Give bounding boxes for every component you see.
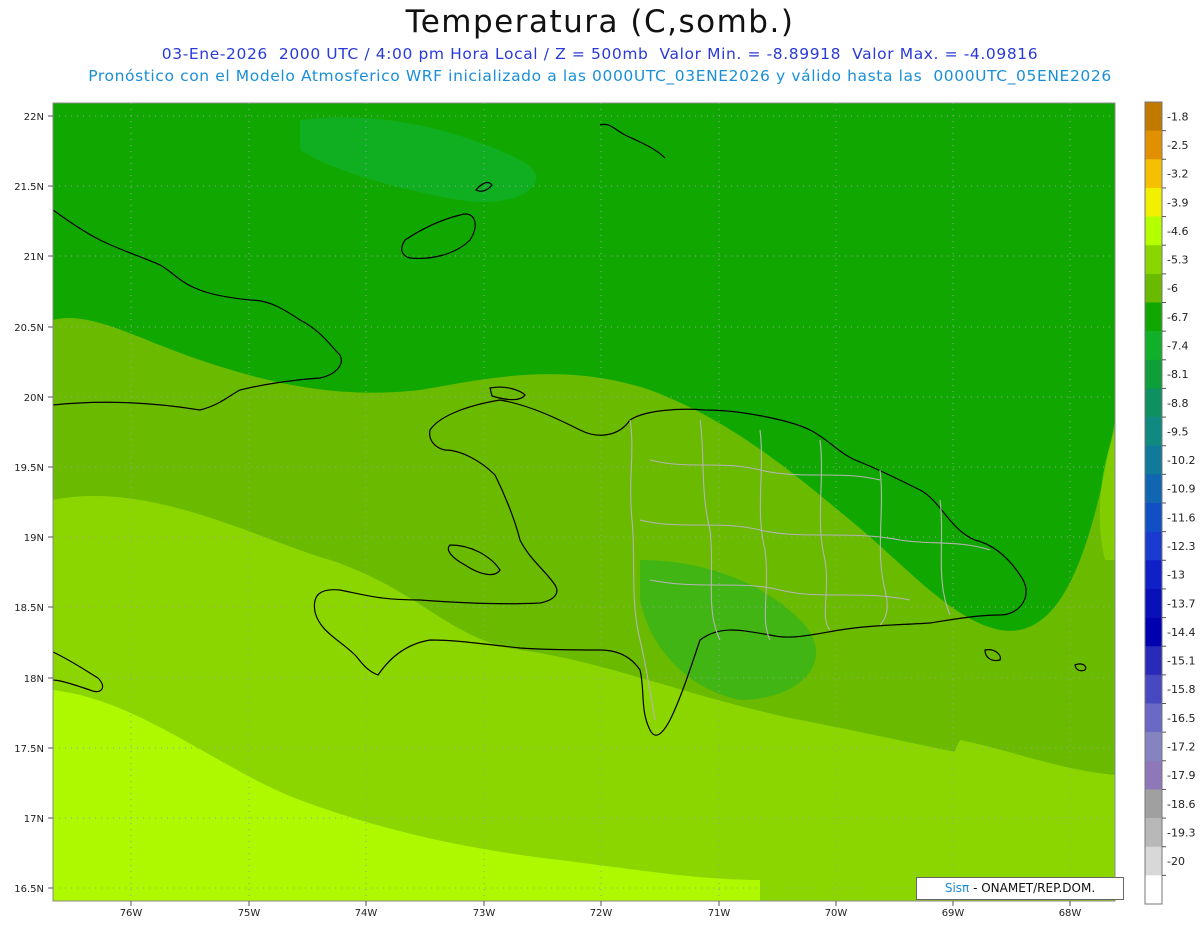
colorbar-swatch	[1145, 302, 1162, 332]
lon-label: 72W	[590, 908, 613, 919]
lat-label: 22N	[24, 112, 44, 123]
lat-label: 21N	[24, 252, 44, 263]
colorbar-swatch	[1145, 703, 1162, 733]
colorbar-label: -12.3	[1167, 540, 1195, 553]
lon-label: 73W	[473, 908, 496, 919]
lat-label: 17.5N	[14, 744, 44, 755]
lat-label: 17N	[24, 814, 44, 825]
colorbar-swatch	[1145, 331, 1162, 361]
colorbar-label: -2.5	[1167, 139, 1188, 152]
colorbar-swatch	[1145, 875, 1162, 905]
colorbar-swatch	[1145, 732, 1162, 762]
lat-ticks	[48, 115, 53, 889]
colorbar-swatch	[1145, 388, 1162, 418]
colorbar-label: -15.1	[1167, 655, 1195, 668]
colorbar-label: -17.9	[1167, 769, 1195, 782]
colorbar-label: -9.5	[1167, 425, 1188, 438]
colorbar-label: -11.6	[1167, 511, 1195, 524]
colorbar-swatch	[1145, 818, 1162, 848]
lat-label: 20N	[24, 393, 44, 404]
colorbar-label: -19.3	[1167, 826, 1195, 839]
colorbar-swatch	[1145, 846, 1162, 876]
lat-label: 21.5N	[14, 182, 44, 193]
colorbar-swatch	[1145, 560, 1162, 590]
lon-ticks	[130, 901, 1071, 906]
colorbar-swatch	[1145, 789, 1162, 819]
colorbar-swatch	[1145, 159, 1162, 189]
colorbar-label: -1.8	[1167, 110, 1188, 123]
colorbar-swatch	[1145, 417, 1162, 447]
colorbar-swatch	[1145, 617, 1162, 647]
colorbar-label: -13	[1167, 569, 1185, 582]
lon-label: 70W	[825, 908, 848, 919]
colorbar-swatch	[1145, 674, 1162, 704]
colorbar-label: -20	[1167, 855, 1185, 868]
colorbar-swatch	[1145, 503, 1162, 532]
colorbar-swatch	[1145, 245, 1162, 275]
map-figure: 22N 21.5N 21N 20.5N 20N 19.5N 19N 18.5N …	[14, 101, 1195, 919]
colorbar-label: -5.3	[1167, 254, 1188, 267]
colorbar-swatch	[1145, 646, 1162, 676]
colorbar-label: -16.5	[1167, 712, 1195, 725]
lon-label: 68W	[1059, 908, 1082, 919]
lon-label: 75W	[238, 908, 261, 919]
colorbar-label: -8.8	[1167, 397, 1188, 410]
lat-label: 20.5N	[14, 323, 44, 334]
colorbar-swatch	[1145, 130, 1162, 160]
credit-text: - ONAMET/REP.DOM.	[969, 881, 1096, 895]
colorbar-swatch	[1145, 216, 1162, 246]
credit-box: Sisπ - ONAMET/REP.DOM.	[916, 877, 1124, 900]
colorbar-swatch	[1145, 588, 1162, 618]
temperature-field	[53, 103, 1115, 901]
colorbar-swatch	[1145, 531, 1162, 561]
lon-label: 69W	[942, 908, 965, 919]
lon-label: 76W	[120, 908, 143, 919]
colorbar-label: -10.9	[1167, 483, 1195, 496]
colorbar-swatch	[1145, 359, 1162, 389]
colorbar-swatch	[1145, 474, 1162, 504]
colorbar-label: -14.4	[1167, 626, 1195, 639]
colorbar-label: -10.2	[1167, 454, 1195, 467]
colorbar-label: -3.9	[1167, 196, 1188, 209]
colorbar-label: -6	[1167, 282, 1178, 295]
colorbar-label: -8.1	[1167, 368, 1188, 381]
longitude-labels: 76W 75W 74W 73W 72W 71W 70W 69W 68W	[120, 908, 1082, 919]
colorbar-label: -7.4	[1167, 339, 1188, 352]
sispi-brand: Sisπ	[944, 881, 970, 895]
colorbar-label: -6.7	[1167, 311, 1188, 324]
colorbar-label: -18.6	[1167, 798, 1195, 811]
latitude-labels: 22N 21.5N 21N 20.5N 20N 19.5N 19N 18.5N …	[14, 112, 44, 895]
lat-label: 19.5N	[14, 463, 44, 474]
lat-label: 19N	[24, 533, 44, 544]
lat-label: 18.5N	[14, 603, 44, 614]
colorbar-swatch	[1145, 760, 1162, 790]
colorbar-label: -17.2	[1167, 740, 1195, 753]
colorbar-label: -3.2	[1167, 168, 1188, 181]
colorbar-swatch	[1145, 102, 1162, 131]
colorbar-label: -13.7	[1167, 597, 1195, 610]
lat-label: 18N	[24, 674, 44, 685]
colorbar: -1.8 -2.5 -3.2 -3.9 -4.6 -5.3 -6 -6.7 -7.4 -8.1 -8…	[1144, 101, 1195, 905]
colorbar-label: -4.6	[1167, 225, 1188, 238]
colorbar-label: -15.8	[1167, 683, 1195, 696]
lat-label: 16.5N	[14, 884, 44, 895]
colorbar-swatch	[1145, 445, 1162, 475]
colorbar-swatch	[1145, 187, 1162, 217]
colorbar-swatch	[1145, 273, 1162, 303]
lon-label: 74W	[355, 908, 378, 919]
lon-label: 71W	[708, 908, 731, 919]
